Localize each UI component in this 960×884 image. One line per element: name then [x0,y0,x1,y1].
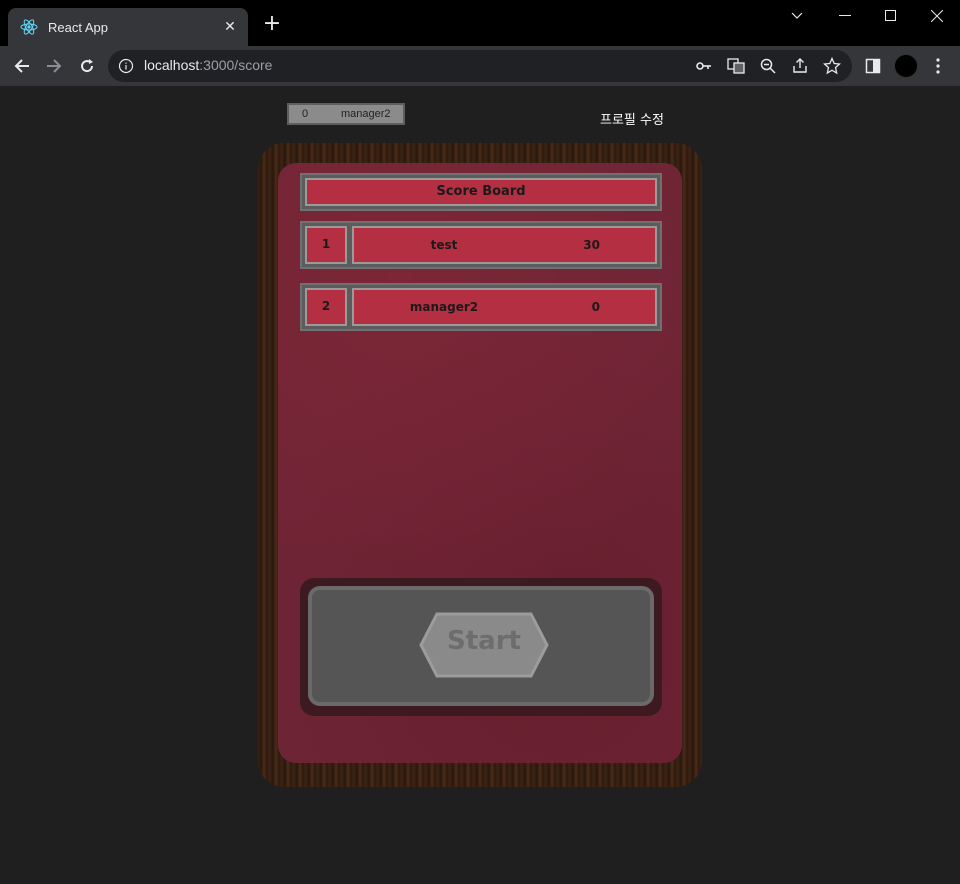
minimize-icon[interactable] [822,0,868,32]
start-area: Start [300,578,662,716]
start-button[interactable]: Start [419,606,549,684]
close-tab-icon[interactable]: ✕ [218,15,242,39]
scoreboard-title-panel: Score Board [300,173,662,211]
new-tab-button[interactable]: + [260,12,284,36]
key-icon[interactable] [694,56,714,76]
start-label: Start [447,626,521,656]
user-name: manager2 [341,108,391,120]
score-row: 2 manager2 0 [300,283,662,331]
score-row: 1 test 30 [300,221,662,269]
address-bar[interactable]: localhost:3000/score [108,50,852,82]
browser-toolbar: localhost:3000/score [0,46,960,86]
url-text: localhost:3000/score [144,57,273,73]
rank-cell: 1 [305,226,347,264]
reload-icon[interactable] [75,54,99,78]
tab-title: React App [48,19,108,35]
maximize-icon[interactable] [868,0,914,32]
user-score: 0 [302,108,309,120]
more-menu-icon[interactable] [926,54,950,78]
share-icon[interactable] [790,56,810,76]
close-window-icon[interactable] [914,0,960,32]
browser-tab[interactable]: React App ✕ [8,8,248,46]
translate-icon[interactable] [726,56,746,76]
side-panel-icon[interactable] [861,54,885,78]
game-board-frame: Score Board 1 test 30 2 manager2 0 Start [258,143,702,787]
player-cell: manager2 0 [352,288,657,326]
tab-search-icon[interactable] [774,0,820,32]
site-info-icon[interactable] [118,58,134,74]
profile-edit-link[interactable]: 프로필 수정 [600,109,664,128]
player-cell: test 30 [352,226,657,264]
player-score: 30 [583,238,600,252]
react-logo-icon [20,18,38,36]
zoom-out-icon[interactable] [758,56,778,76]
browser-titlebar: React App ✕ + [0,0,960,46]
bookmark-star-icon[interactable] [822,56,842,76]
back-arrow-icon[interactable] [10,54,34,78]
player-name: manager2 [409,300,479,314]
forward-arrow-icon[interactable] [42,54,66,78]
scoreboard-title: Score Board [436,184,526,199]
user-info-chip: 0 manager2 [287,103,405,125]
start-panel: Start [308,586,654,706]
player-name: test [430,238,458,252]
rank-cell: 2 [305,288,347,326]
player-score: 0 [591,300,600,314]
profile-avatar[interactable] [894,54,918,78]
